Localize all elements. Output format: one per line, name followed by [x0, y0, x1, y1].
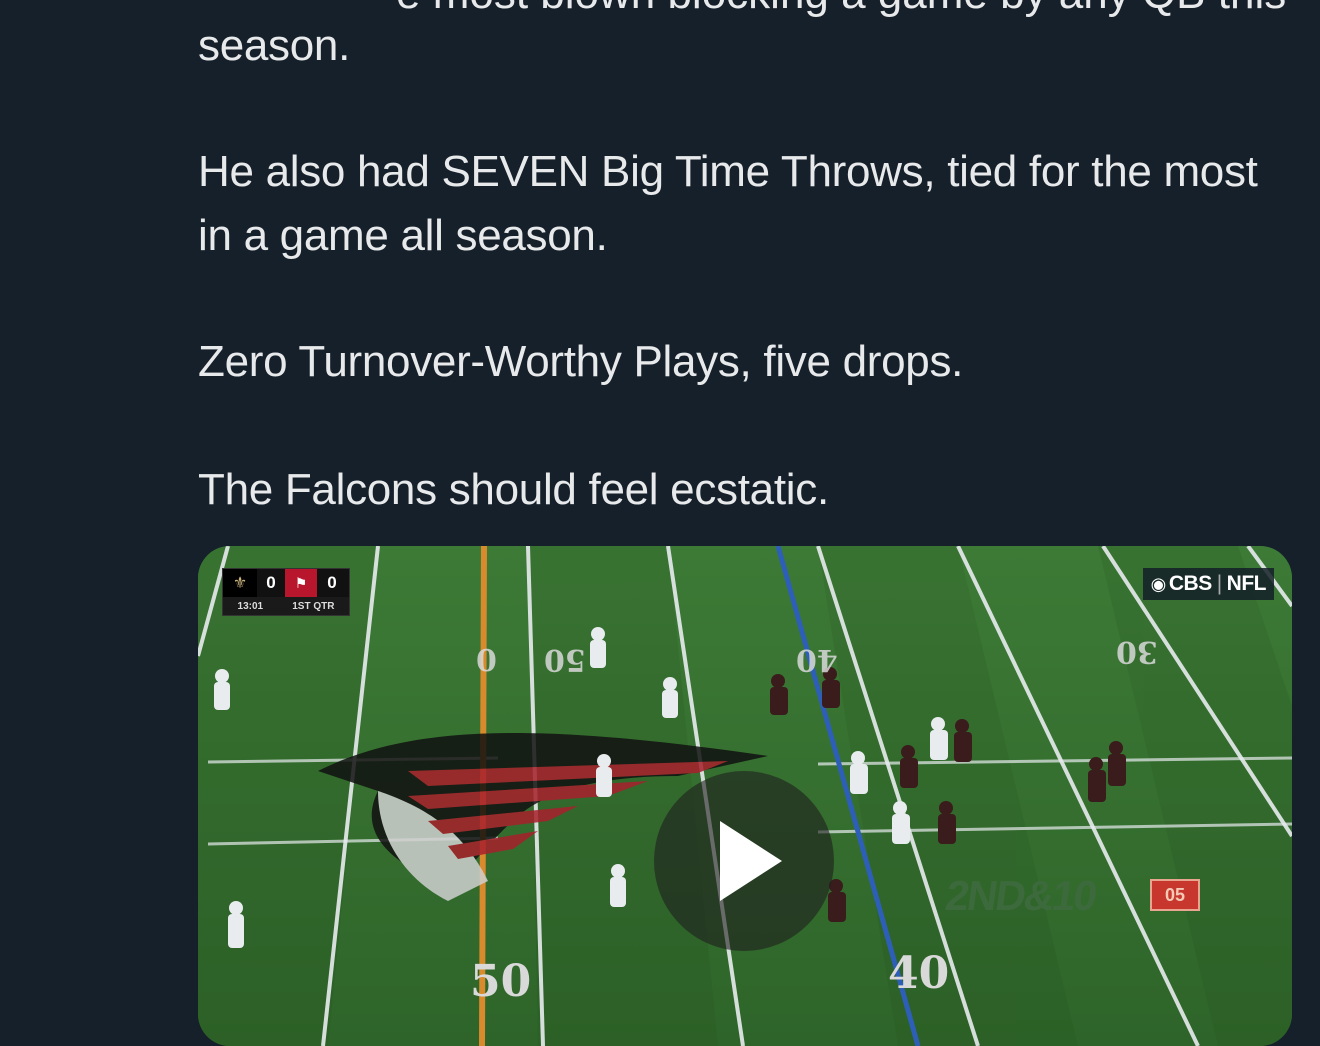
- network-left: CBS: [1168, 572, 1212, 595]
- play-button[interactable]: [654, 771, 834, 951]
- scorebug: ⚜ 0 ⚑ 0 13:01 1ST QTR: [222, 568, 350, 616]
- video-player[interactable]: 50 40 0 50 40 30 ⚜ 0 ⚑ 0 13:01 1ST QTR ◉…: [198, 546, 1292, 1046]
- yard-number: 40: [888, 948, 950, 999]
- network-separator: |: [1216, 572, 1222, 595]
- game-clock: 13:01: [237, 600, 264, 612]
- tweet-paragraph-3: Zero Turnover-Worthy Plays, five drops.: [198, 337, 964, 386]
- network-logo: ◉ CBS | NFL: [1142, 568, 1274, 600]
- tweet-paragraph-2: He also had SEVEN Big Time Throws, tied …: [198, 147, 1270, 260]
- quarter-label: 1ST QTR: [292, 600, 335, 612]
- yard-number: 40: [796, 642, 838, 677]
- team1-score: 0: [266, 573, 276, 592]
- yard-number: 0: [476, 644, 497, 679]
- tweet-paragraph-1: season.: [198, 21, 351, 70]
- down-and-distance: 2ND&10: [942, 872, 1099, 919]
- buccaneers-flag-icon: ⚑: [285, 569, 317, 597]
- tweet-paragraph-4: The Falcons should feel ecstatic.: [198, 465, 829, 514]
- play-icon: [720, 821, 782, 901]
- play-clock: 05: [1150, 879, 1200, 911]
- network-right: NFL: [1226, 572, 1267, 595]
- yard-number: 30: [1116, 634, 1158, 669]
- cbs-eye-icon: ◉: [1150, 573, 1167, 594]
- tweet-text-cut-line: e most blown blocking a game by any QB t…: [396, 0, 1286, 26]
- yard-number: 50: [470, 956, 532, 1007]
- yard-number: 50: [544, 642, 586, 677]
- fleur-de-lis-icon: ⚜: [223, 569, 257, 597]
- team2-score: 0: [327, 573, 337, 592]
